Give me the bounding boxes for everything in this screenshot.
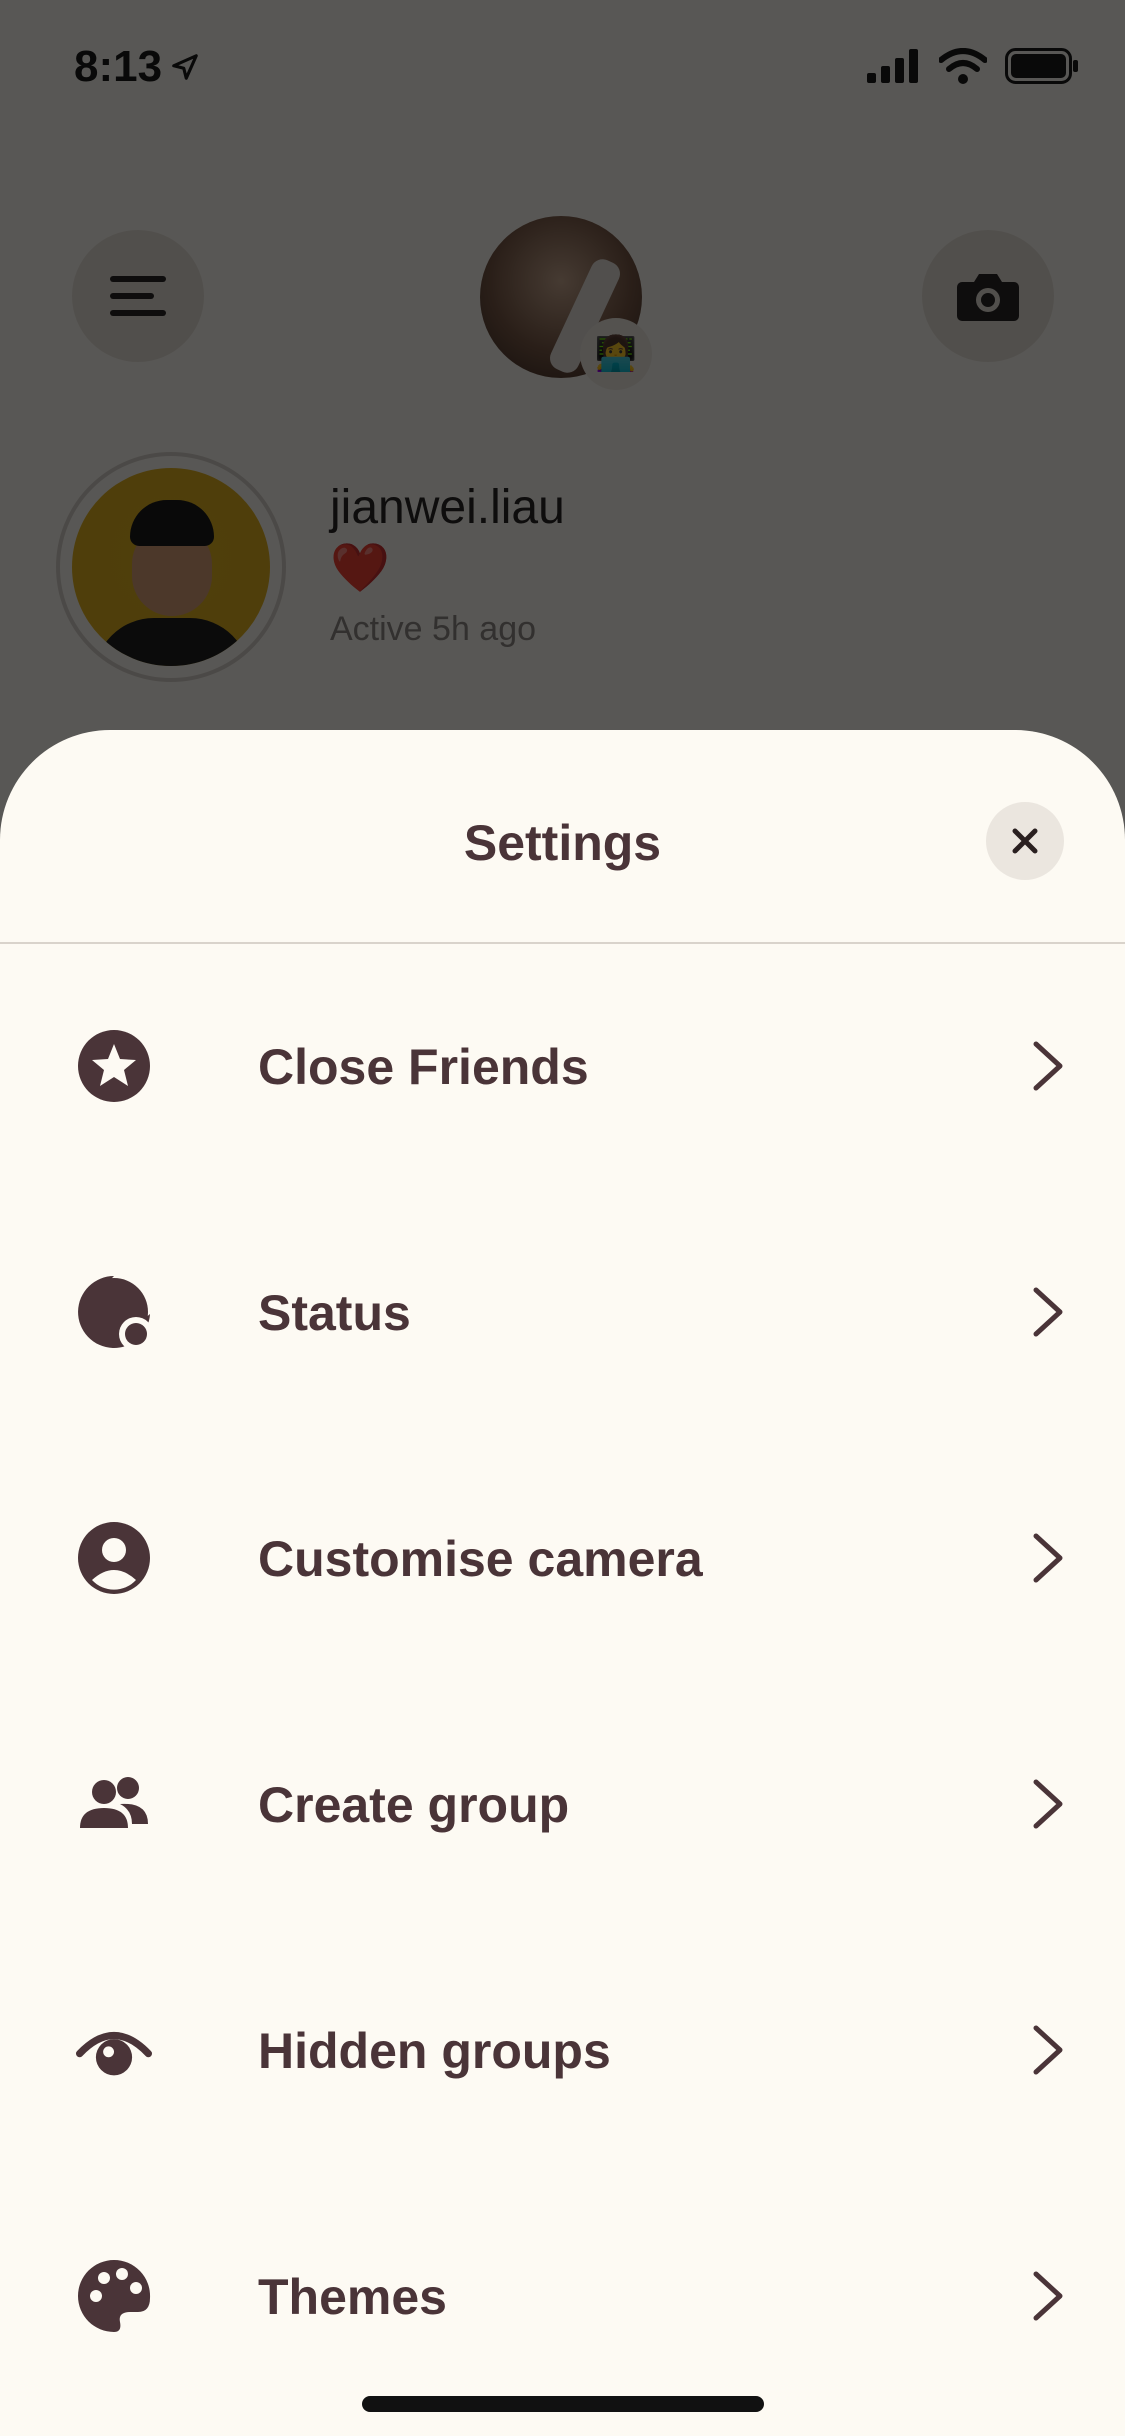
user-circle-icon [76,1520,152,1596]
camera-icon [957,274,1019,321]
chevron-right-icon [1033,2271,1063,2321]
settings-item-status[interactable]: Status [0,1188,1125,1434]
menu-button[interactable] [72,230,204,362]
wifi-icon [939,48,987,84]
profile-avatar[interactable] [56,452,286,682]
profile-username: jianwei.liau [330,481,565,534]
settings-item-label: Themes [258,2269,447,2325]
settings-sheet: Settings Close Friends Status Customise … [0,730,1125,2436]
hamburger-menu-icon [110,276,166,316]
status-bar: 8:13 [0,0,1125,140]
settings-item-hidden-groups[interactable]: Hidden groups [0,1926,1125,2172]
chevron-right-icon [1033,1779,1063,1829]
battery-icon [1005,48,1078,84]
settings-item-close-friends[interactable]: Close Friends [0,942,1125,1188]
chevron-right-icon [1033,2025,1063,2075]
sheet-header: Settings [0,730,1125,944]
badge-emoji: 👩‍💻 [594,335,638,373]
screen: 8:13 [0,0,1125,2436]
chevron-right-icon [1033,1287,1063,1337]
signal-icon [867,49,918,83]
status-time: 8:13 [74,42,200,92]
settings-item-themes[interactable]: Themes [0,2172,1125,2418]
close-button[interactable] [986,802,1064,880]
home-indicator[interactable] [362,2396,764,2412]
settings-item-label: Close Friends [258,1039,589,1095]
star-circle-icon [76,1028,152,1104]
chevron-right-icon [1033,1533,1063,1583]
settings-item-customise-camera[interactable]: Customise camera [0,1434,1125,1680]
status-icon [76,1274,152,1350]
time-text: 8:13 [74,42,163,91]
settings-item-label: Customise camera [258,1531,703,1587]
sheet-title: Settings [463,815,662,871]
status-icons [867,48,1079,84]
location-arrow-icon [172,54,198,80]
settings-item-label: Create group [258,1777,570,1833]
settings-list: Close Friends Status Customise camera Cr… [0,942,1125,2418]
profile-status-emoji: ❤️ [330,542,390,595]
chevron-right-icon [1033,1041,1063,1091]
close-icon [1012,828,1038,854]
settings-item-create-group[interactable]: Create group [0,1680,1125,1926]
profile-photo [72,468,270,666]
settings-item-label: Status [258,1285,411,1341]
settings-item-label: Hidden groups [258,2023,611,2079]
palette-icon [76,2258,152,2334]
profile-active-status: Active 5h ago [330,610,537,648]
eye-icon [76,2012,152,2088]
avatar-badge: 👩‍💻 [580,318,652,390]
camera-button[interactable] [922,230,1054,362]
group-icon [76,1766,152,1842]
background-app: 8:13 [0,0,1125,760]
